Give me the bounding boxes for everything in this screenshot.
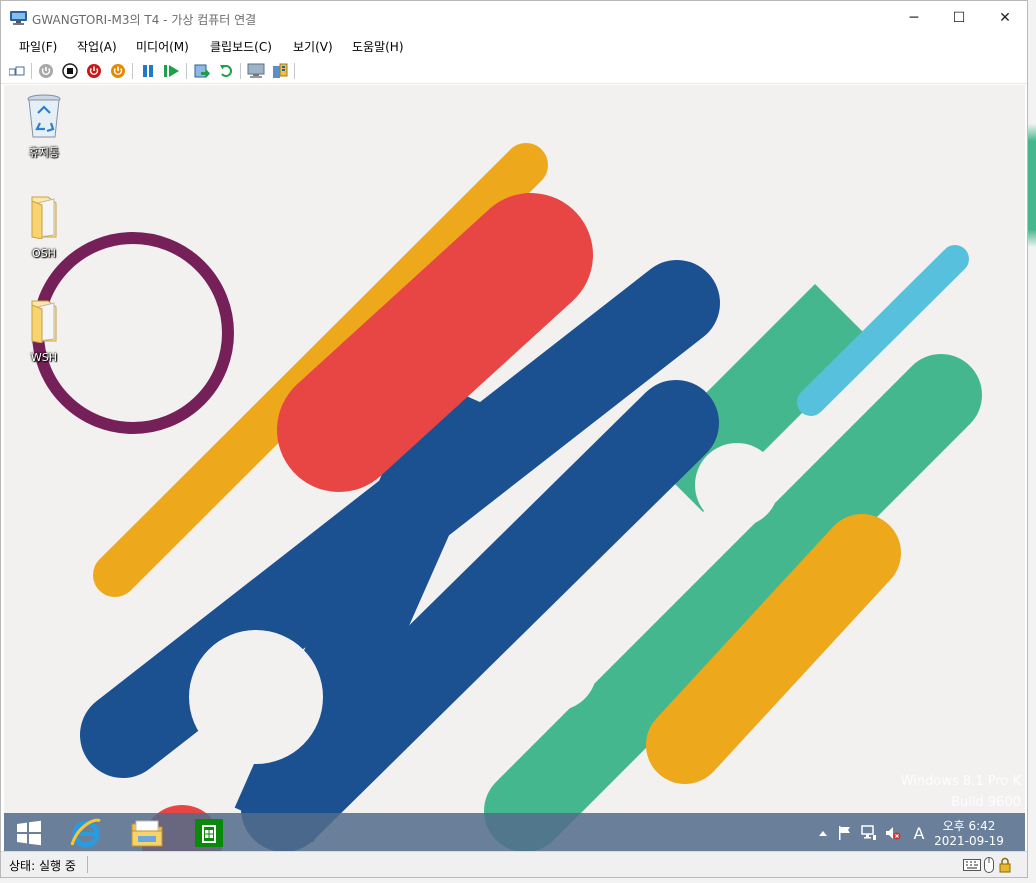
folder-icon: [31, 300, 57, 344]
maximize-button[interactable]: ☐: [936, 1, 982, 35]
taskbar-store[interactable]: [186, 815, 232, 851]
watermark-edition: Windows 8.1 Pro K: [900, 774, 1021, 789]
clock-date[interactable]: 2021-09-19: [924, 834, 1014, 848]
desktop-icon-wsh[interactable]: WSH: [14, 297, 74, 369]
vm-connection-window: GWANGTORI-M3의 T4 - 가상 컴퓨터 연결 ─ ☐ ✕ 파일(F)…: [0, 0, 1028, 878]
chevron-up-icon: [819, 831, 827, 836]
desktop-icon-recycle-bin[interactable]: 휴지통: [14, 91, 74, 161]
revert-icon[interactable]: [217, 62, 235, 80]
maximize-icon: ☐: [952, 10, 966, 26]
desktop-icon-label: OSH: [32, 247, 56, 260]
volume-muted-icon[interactable]: [885, 825, 901, 841]
start-button[interactable]: [6, 815, 52, 851]
window-title: GWANGTORI-M3의 T4 - 가상 컴퓨터 연결: [32, 13, 257, 27]
pause-icon[interactable]: [139, 62, 157, 80]
guest-desktop[interactable]: 휴지통 OSH WSH Windows 8.1 Pro K Build 9600: [4, 85, 1025, 851]
desktop-icon-label: 휴지통: [28, 146, 60, 159]
file-explorer-icon: [131, 820, 163, 847]
recycle-bin-icon: [27, 94, 61, 138]
taskbar-internet-explorer[interactable]: [63, 815, 109, 851]
turn-off-icon[interactable]: [61, 62, 79, 80]
action-center-icon[interactable]: [837, 825, 853, 841]
network-icon[interactable]: [861, 825, 877, 841]
close-button[interactable]: ✕: [982, 1, 1028, 35]
ctrl-alt-del-icon[interactable]: [8, 62, 26, 80]
desktop-icon-osh[interactable]: OSH: [14, 193, 74, 265]
internet-explorer-icon: [70, 818, 101, 848]
resume-icon[interactable]: [163, 62, 181, 80]
start-button-icon: [17, 820, 41, 846]
menu-action[interactable]: 작업(A): [77, 38, 117, 55]
save-icon[interactable]: [109, 62, 127, 80]
title-bar[interactable]: GWANGTORI-M3의 T4 - 가상 컴퓨터 연결 ─ ☐ ✕: [1, 1, 1027, 35]
watermark-build: Build 9600: [951, 795, 1021, 810]
show-hidden-icons[interactable]: [815, 825, 831, 841]
toolbar: [1, 58, 1027, 84]
vm-connection-icon: [10, 11, 27, 25]
mouse-icon: [984, 857, 994, 873]
clock-time[interactable]: 오후 6:42: [924, 817, 1014, 834]
minimize-button[interactable]: ─: [891, 1, 937, 35]
desktop-icon-label: WSH: [30, 351, 58, 364]
desktop-wallpaper: [4, 85, 1025, 851]
taskbar-file-explorer[interactable]: [124, 815, 170, 851]
share-icon[interactable]: [271, 62, 289, 80]
status-text: 상태: 실행 중: [9, 859, 76, 873]
keyboard-icon: [963, 859, 981, 871]
taskbar: A 오후 6:42 2021-09-19: [4, 813, 1025, 851]
folder-icon: [31, 196, 57, 240]
start-icon[interactable]: [37, 62, 55, 80]
status-divider: [87, 856, 88, 873]
status-bar: 상태: 실행 중: [1, 851, 1027, 877]
menu-media[interactable]: 미디어(M): [136, 38, 189, 55]
shut-down-icon[interactable]: [85, 62, 103, 80]
menu-bar: 파일(F) 작업(A) 미디어(M) 클립보드(C) 보기(V) 도움말(H): [1, 35, 1027, 57]
minimize-icon: ─: [909, 10, 919, 26]
windows-watermark: Windows 8.1 Pro K Build 9600: [901, 771, 1021, 813]
close-icon: ✕: [999, 10, 1011, 26]
menu-file[interactable]: 파일(F): [19, 38, 57, 55]
menu-view[interactable]: 보기(V): [293, 38, 333, 55]
lock-icon: [999, 857, 1011, 873]
menu-help[interactable]: 도움말(H): [352, 38, 404, 55]
enhanced-session-icon[interactable]: [247, 62, 265, 80]
menu-clipboard[interactable]: 클립보드(C): [210, 38, 272, 55]
store-icon: [195, 819, 223, 847]
checkpoint-icon[interactable]: [193, 62, 211, 80]
